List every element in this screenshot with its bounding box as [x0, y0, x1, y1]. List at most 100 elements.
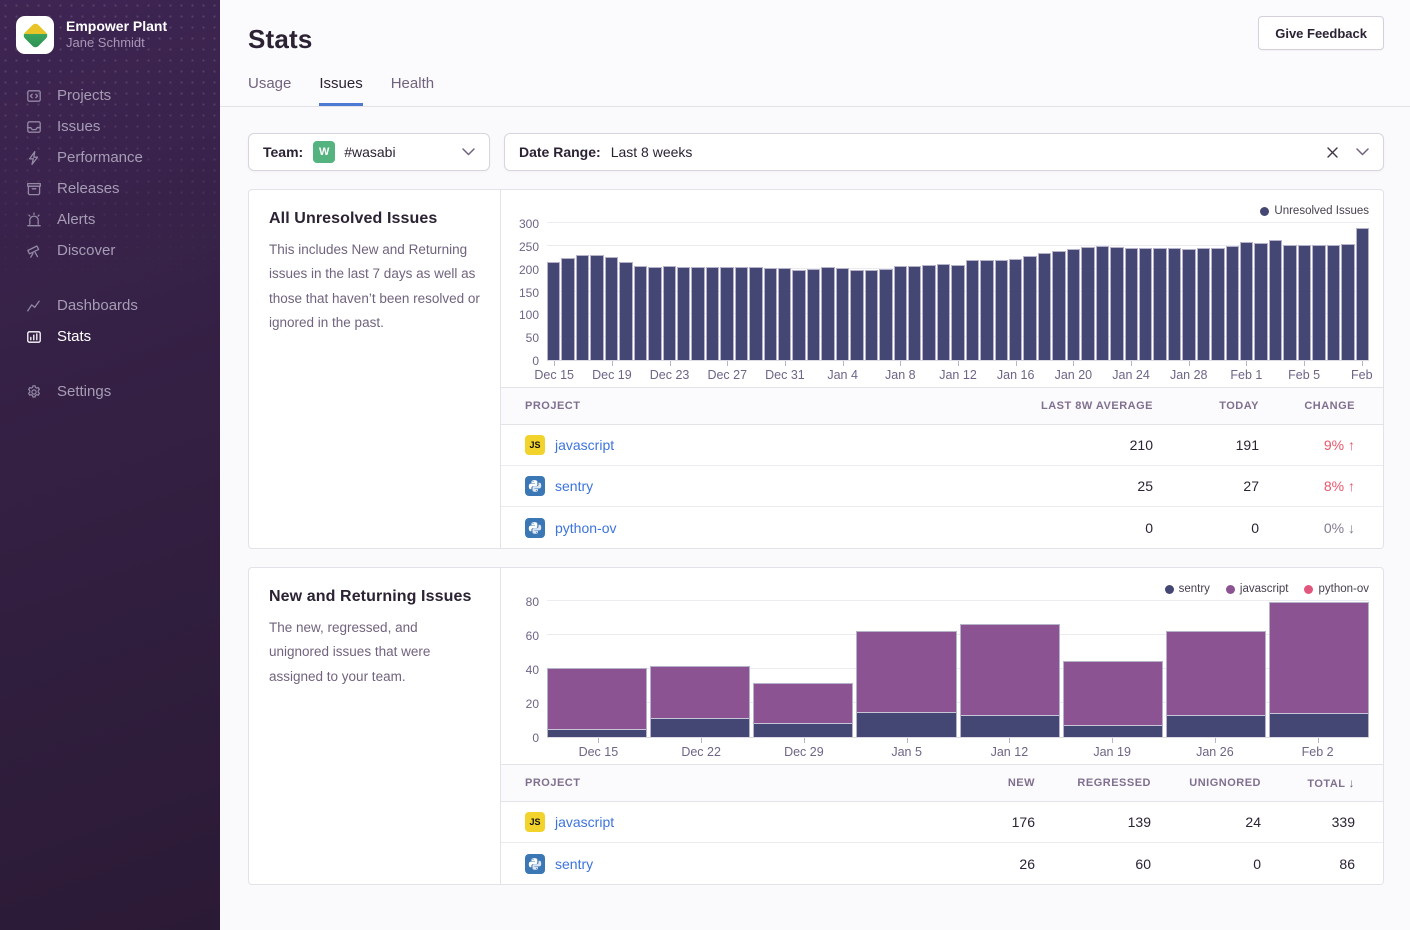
- bar: [720, 267, 733, 360]
- bar: [648, 267, 661, 360]
- bar: [764, 268, 777, 360]
- x-axis: Dec 15Dec 22Dec 29Jan 5Jan 12Jan 19Jan 2…: [547, 738, 1369, 764]
- bar-segment-javascript: [1064, 662, 1162, 725]
- sidebar-item-discover[interactable]: Discover: [0, 235, 220, 266]
- x-tick-label: Jan 16: [997, 368, 1035, 382]
- clear-date-range-icon[interactable]: [1323, 143, 1342, 162]
- stats-icon: [25, 328, 43, 346]
- x-tick-label: Jan 26: [1196, 745, 1234, 759]
- panel-title: All Unresolved Issues: [269, 210, 480, 228]
- python-platform-icon: [525, 854, 545, 874]
- x-tick-label: Dec 23: [650, 368, 690, 382]
- column-header-unignored: UNIGNORED: [1151, 777, 1261, 789]
- y-tick-label: 300: [519, 217, 539, 231]
- sidebar-item-alerts[interactable]: Alerts: [0, 204, 220, 235]
- bar: [995, 260, 1008, 360]
- date-range-select[interactable]: Date Range: Last 8 weeks: [504, 133, 1384, 171]
- org-name: Empower Plant: [66, 18, 167, 36]
- chevron-down-icon: [462, 148, 475, 156]
- x-tick-label: Jan 19: [1093, 745, 1131, 759]
- bar: [879, 269, 892, 360]
- value-cell: 24: [1151, 814, 1261, 830]
- column-header-total[interactable]: TOTAL↓: [1261, 776, 1355, 790]
- sidebar-item-issues[interactable]: Issues: [0, 111, 220, 142]
- tab-usage[interactable]: Usage: [248, 75, 291, 106]
- bar: [749, 267, 762, 360]
- bar: [619, 262, 632, 360]
- bar: [691, 267, 704, 360]
- stacked-bar: [1166, 631, 1266, 737]
- project-link[interactable]: python-ov: [555, 520, 616, 536]
- x-tick-label: Dec 15: [579, 745, 619, 759]
- bar: [561, 258, 574, 360]
- bar: [663, 266, 676, 360]
- y-tick-label: 100: [519, 308, 539, 322]
- value-cell: 191: [1153, 437, 1259, 453]
- filter-bar: Team: W #wasabi Date Range: Last 8 weeks: [248, 133, 1384, 171]
- y-tick-label: 0: [532, 731, 539, 745]
- javascript-platform-icon: JS: [525, 812, 545, 832]
- javascript-platform-icon: JS: [525, 435, 545, 455]
- y-tick-label: 0: [532, 354, 539, 368]
- performance-icon: [25, 149, 43, 167]
- y-tick-label: 250: [519, 240, 539, 254]
- sidebar-item-settings[interactable]: Settings: [0, 376, 220, 407]
- bar: [807, 269, 820, 360]
- legend-item[interactable]: sentry: [1165, 583, 1210, 595]
- bar: [836, 268, 849, 360]
- column-header-project: PROJECT: [525, 400, 1003, 412]
- main-area: Stats Give Feedback UsageIssuesHealth Te…: [220, 0, 1410, 930]
- bar-segment-javascript: [1270, 603, 1368, 714]
- table-row: python-ov000% ↓: [501, 507, 1383, 548]
- give-feedback-button[interactable]: Give Feedback: [1258, 16, 1384, 50]
- sidebar: Empower Plant Jane Schmidt ProjectsIssue…: [0, 0, 220, 930]
- x-tick-label: Feb 2: [1302, 745, 1334, 759]
- change-cell: 8% ↑: [1259, 478, 1355, 494]
- bar-segment-sentry: [548, 729, 646, 738]
- y-axis: 050100150200250300: [511, 224, 547, 361]
- x-tick-label: Dec 15: [534, 368, 574, 382]
- sidebar-item-releases[interactable]: Releases: [0, 173, 220, 204]
- change-cell: 0% ↓: [1259, 520, 1355, 536]
- project-link[interactable]: javascript: [555, 437, 614, 453]
- bar: [922, 265, 935, 360]
- bar: [792, 270, 805, 360]
- unresolved-issues-table: PROJECTLAST 8W AVERAGETODAYCHANGEJSjavas…: [501, 387, 1383, 548]
- sidebar-item-projects[interactable]: Projects: [0, 80, 220, 111]
- project-link[interactable]: javascript: [555, 814, 614, 830]
- legend-item[interactable]: Unresolved Issues: [1260, 205, 1369, 217]
- x-tick-label: Jan 5: [891, 745, 922, 759]
- stacked-bar: [1063, 661, 1163, 737]
- sidebar-item-stats[interactable]: Stats: [0, 321, 220, 352]
- project-link[interactable]: sentry: [555, 478, 593, 494]
- bar: [735, 267, 748, 360]
- bar: [1139, 248, 1152, 360]
- x-tick-label: Jan 24: [1112, 368, 1150, 382]
- app-root: Empower Plant Jane Schmidt ProjectsIssue…: [0, 0, 1410, 930]
- bar: [1009, 259, 1022, 360]
- legend-item[interactable]: javascript: [1226, 583, 1289, 595]
- bar: [1356, 228, 1369, 360]
- tab-issues[interactable]: Issues: [319, 75, 362, 106]
- stacked-bar: [650, 666, 750, 737]
- sidebar-nav: ProjectsIssuesPerformanceReleasesAlertsD…: [0, 80, 220, 407]
- stacked-bar: [753, 683, 853, 737]
- value-cell: 0: [1151, 856, 1261, 872]
- x-tick-label: Dec 31: [765, 368, 805, 382]
- column-header-regressed: REGRESSED: [1035, 777, 1151, 789]
- bar: [1081, 247, 1094, 360]
- org-switcher[interactable]: Empower Plant Jane Schmidt: [0, 0, 220, 54]
- tab-health[interactable]: Health: [391, 75, 434, 106]
- y-tick-label: 20: [526, 697, 539, 711]
- legend-item[interactable]: python-ov: [1304, 583, 1369, 595]
- sidebar-item-dashboards[interactable]: Dashboards: [0, 290, 220, 321]
- org-logo-icon: [16, 16, 54, 54]
- x-tick-label: Jan 20: [1055, 368, 1093, 382]
- date-range-label: Date Range:: [519, 144, 601, 160]
- y-tick-label: 50: [526, 331, 539, 345]
- bar: [706, 267, 719, 360]
- column-header-change: CHANGE: [1259, 400, 1355, 412]
- project-link[interactable]: sentry: [555, 856, 593, 872]
- team-select[interactable]: Team: W #wasabi: [248, 133, 490, 171]
- sidebar-item-performance[interactable]: Performance: [0, 142, 220, 173]
